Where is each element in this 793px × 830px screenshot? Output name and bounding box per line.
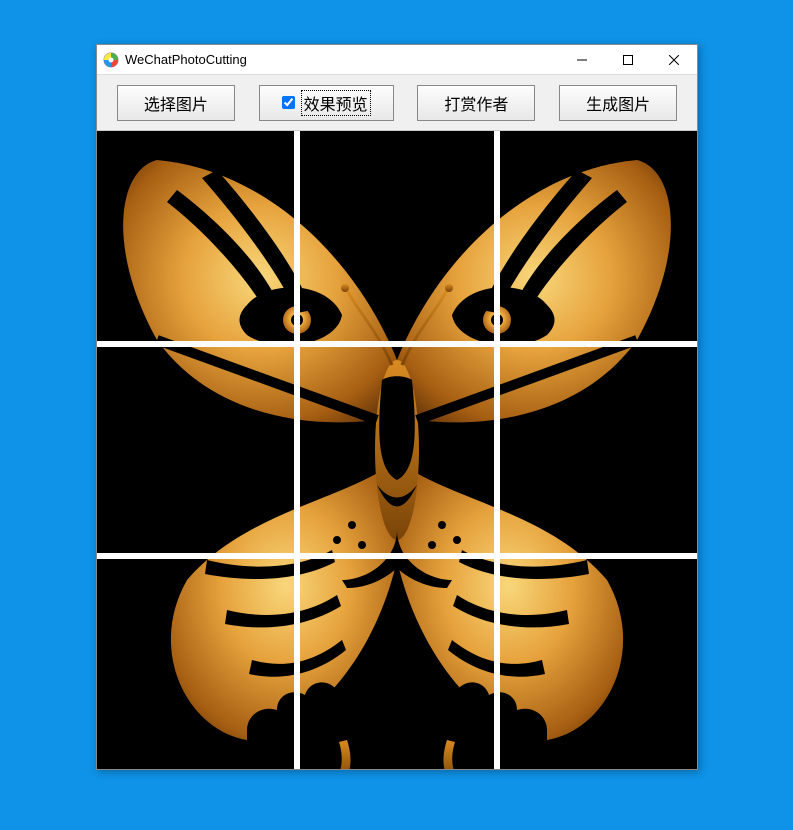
maximize-button[interactable] [605,45,651,74]
preview-checkbox[interactable] [282,96,295,109]
titlebar[interactable]: WeChatPhotoCutting [97,45,697,75]
tiger-butterfly-image [97,131,697,769]
close-button[interactable] [651,45,697,74]
preview-checkbox-button[interactable]: 效果预览 [259,85,394,121]
preview-canvas [97,131,697,769]
preview-checkbox-label: 效果预览 [301,90,371,116]
toolbar: 选择图片 效果预览 打赏作者 生成图片 [97,75,697,131]
window-title: WeChatPhotoCutting [125,52,559,67]
minimize-button[interactable] [559,45,605,74]
select-image-label: 选择图片 [144,91,208,115]
image-preview [97,131,697,769]
generate-label: 生成图片 [586,91,650,115]
app-icon [103,52,119,68]
window-controls [559,45,697,74]
reward-author-button[interactable]: 打赏作者 [417,85,535,121]
reward-author-label: 打赏作者 [444,91,508,115]
generate-button[interactable]: 生成图片 [559,85,677,121]
app-window: WeChatPhotoCutting 选择图片 效果预览 打赏作者 生成图片 [96,44,698,770]
select-image-button[interactable]: 选择图片 [117,85,235,121]
